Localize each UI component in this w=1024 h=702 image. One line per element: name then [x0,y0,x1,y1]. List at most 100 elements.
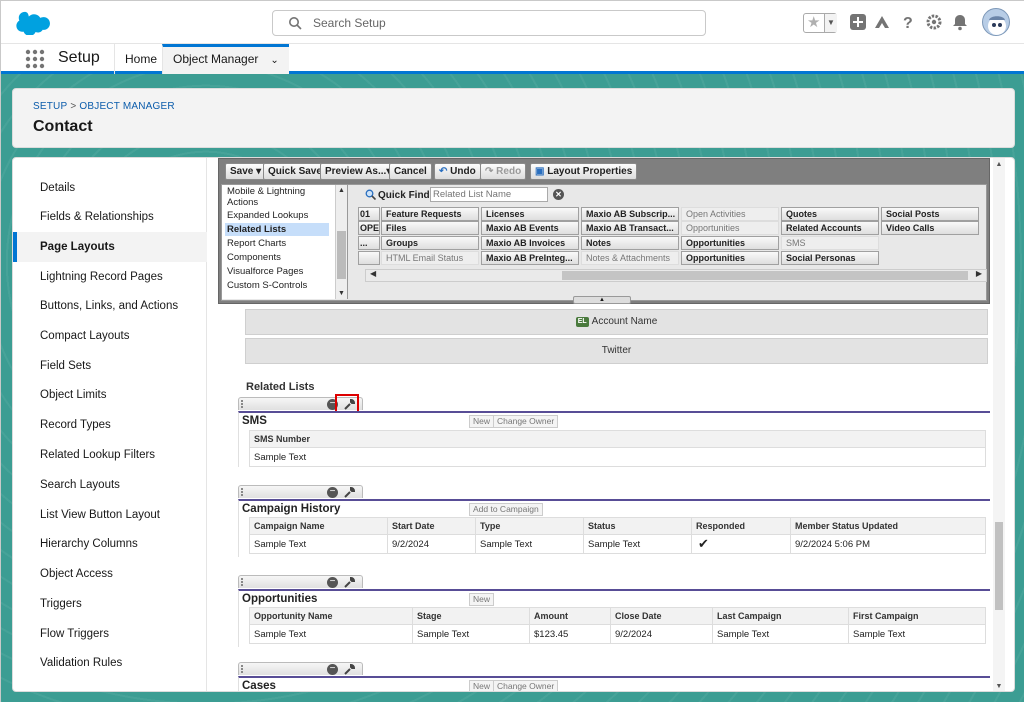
palette-item[interactable]: OPE... [358,221,380,235]
related-list-handle[interactable]: − [238,485,363,498]
palette-item[interactable]: Social Personas [781,251,879,265]
tab-home[interactable]: Home [114,44,167,74]
clear-icon[interactable]: ✕ [553,189,564,200]
user-avatar[interactable] [982,8,1010,36]
palette-item[interactable]: Video Calls [881,221,979,235]
layout-field-twitter[interactable]: Twitter [245,338,988,364]
palette-horizontal-scrollbar[interactable]: ◀ ▶ [365,269,987,282]
setup-search[interactable] [272,10,706,36]
category-custom-s-controls[interactable]: Custom S-Controls [225,279,329,292]
palette-item[interactable]: Maxio AB Subscrip... [581,207,679,221]
related-list-handle[interactable]: − [238,575,363,588]
remove-icon[interactable]: − [327,577,338,588]
palette-item-used[interactable]: HTML Email Status [381,251,479,265]
sidebar-item-flow-triggers[interactable]: Flow Triggers [13,620,207,648]
remove-icon[interactable]: − [327,487,338,498]
sidebar-item-object-access[interactable]: Object Access [13,560,207,588]
salesforce-cloud-logo[interactable] [15,11,51,35]
drag-handle-icon[interactable] [241,578,244,586]
help-icon[interactable]: ? [899,13,917,31]
palette-item[interactable]: Related Accounts [781,221,879,235]
breadcrumb-setup[interactable]: SETUP [33,101,67,112]
palette-resize-grip[interactable]: ▲ [573,296,631,304]
bell-icon[interactable] [951,13,969,31]
drag-handle-icon[interactable] [241,400,244,408]
scroll-right-icon[interactable]: ▶ [976,269,982,278]
palette-category-list[interactable]: Mobile & Lightning Actions Expanded Look… [222,185,348,299]
quick-save-button[interactable]: Quick Save [263,163,327,180]
category-related-lists[interactable]: Related Lists [225,223,329,236]
category-report-charts[interactable]: Report Charts [225,237,329,250]
breadcrumb-object-manager[interactable]: OBJECT MANAGER [79,101,174,112]
palette-item[interactable]: Quotes [781,207,879,221]
category-components[interactable]: Components [225,251,329,264]
remove-icon[interactable]: − [327,664,338,675]
plus-icon[interactable] [849,13,867,31]
wrench-icon[interactable] [343,486,356,499]
related-list-handle[interactable]: − [238,662,363,675]
sidebar-item-fields[interactable]: Fields & Relationships [13,203,207,231]
category-scrollbar-thumb[interactable] [337,231,346,279]
palette-item-used[interactable]: Opportunities [681,221,779,235]
palette-item[interactable]: Maxio AB PreInteg... [481,251,579,265]
palette-item[interactable]: Files [381,221,479,235]
palette-item[interactable]: Licenses [481,207,579,221]
sidebar-item-list-view-button-layout[interactable]: List View Button Layout [13,501,207,529]
palette-item-used[interactable]: Open Activities [681,207,779,221]
palette-item[interactable]: Maxio AB Invoices [481,236,579,250]
cancel-button[interactable]: Cancel [389,163,432,180]
palette-item[interactable]: Feature Requests [381,207,479,221]
editor-vertical-scrollbar[interactable]: ▲ ▼ [993,158,1005,691]
search-input[interactable] [313,14,693,32]
chevron-down-icon[interactable]: ⌄ [270,49,278,73]
palette-scrollbar-thumb[interactable] [562,271,968,280]
sidebar-item-details[interactable]: Details [13,174,207,202]
sidebar-item-validation-rules[interactable]: Validation Rules [13,649,207,677]
sidebar-item-page-layouts[interactable]: Page Layouts [13,232,207,262]
layout-field-account-name[interactable]: EL Account Name [245,309,988,335]
editor-scrollbar-thumb[interactable] [995,522,1003,610]
palette-item-used[interactable]: Notes & Attachments [581,251,679,265]
sidebar-item-compact-layouts[interactable]: Compact Layouts [13,322,207,350]
palette-item-used[interactable]: SMS [781,236,879,250]
sidebar-item-related-lookup-filters[interactable]: Related Lookup Filters [13,441,207,469]
wrench-icon[interactable] [343,576,356,589]
sidebar-item-object-limits[interactable]: Object Limits [13,381,207,409]
layout-properties-button[interactable]: ▣ Layout Properties [530,163,638,180]
scroll-left-icon[interactable]: ◀ [370,269,376,278]
sidebar-item-search-layouts[interactable]: Search Layouts [13,471,207,499]
sidebar-item-record-types[interactable]: Record Types [13,411,207,439]
sidebar-item-buttons-links-actions[interactable]: Buttons, Links, and Actions [13,292,207,320]
palette-item[interactable]: Maxio AB Transact... [581,221,679,235]
sidebar-item-lightning-record-pages[interactable]: Lightning Record Pages [13,263,207,291]
tab-object-manager[interactable]: Object Manager ⌄ [162,44,289,74]
scroll-down-icon[interactable]: ▼ [336,290,347,297]
favorites-button[interactable]: ★ ▼ [803,13,837,33]
redo-button[interactable]: ↷ Redo [480,163,527,180]
palette-item[interactable]: Social Posts [881,207,979,221]
palette-item[interactable]: Groups [381,236,479,250]
star-icon[interactable]: ★ [807,15,820,31]
category-expanded-lookups[interactable]: Expanded Lookups [225,209,329,222]
gear-icon[interactable] [925,13,943,31]
palette-item[interactable]: Notes [581,236,679,250]
wrench-icon[interactable] [343,663,356,676]
sidebar-item-field-sets[interactable]: Field Sets [13,352,207,380]
scroll-up-icon[interactable]: ▲ [993,161,1005,168]
save-button[interactable]: Save ▾ [225,163,267,180]
undo-button[interactable]: ↶ Undo [434,163,481,180]
drag-handle-icon[interactable] [241,665,244,673]
sidebar-item-triggers[interactable]: Triggers [13,590,207,618]
palette-item[interactable]: Opportunities [681,236,779,250]
quick-find-input[interactable] [430,187,548,202]
sidebar-item-hierarchy-columns[interactable]: Hierarchy Columns [13,530,207,558]
palette-item[interactable]: ... [358,236,380,250]
preview-as-button[interactable]: Preview As...▾ [320,163,397,180]
palette-item[interactable]: Opportunities [681,251,779,265]
category-scrollbar[interactable]: ▲ ▼ [335,185,347,299]
trailhead-icon[interactable] [873,13,891,31]
scroll-up-icon[interactable]: ▲ [336,187,347,194]
palette-item[interactable] [358,251,380,265]
scroll-down-icon[interactable]: ▼ [993,683,1005,690]
category-visualforce-pages[interactable]: Visualforce Pages [225,265,329,278]
